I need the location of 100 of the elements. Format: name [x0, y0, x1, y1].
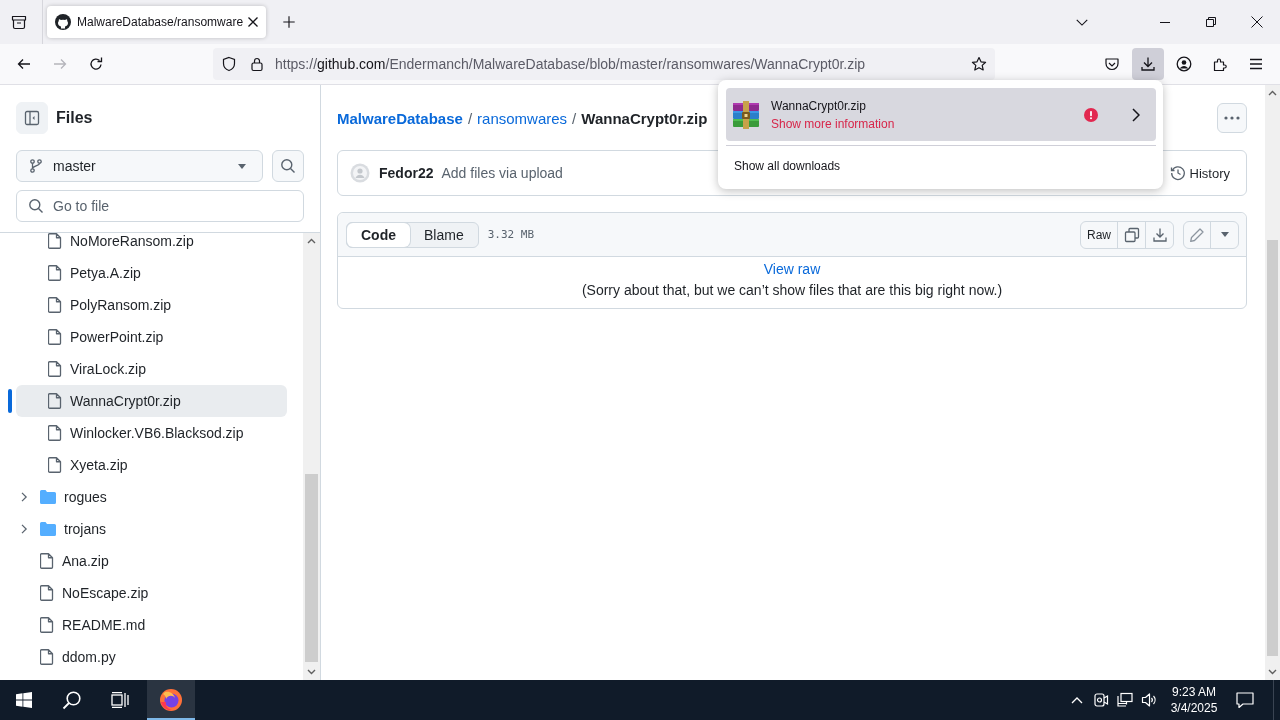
file-icon — [40, 617, 54, 633]
clock[interactable]: 9:23 AM 3/4/2025 — [1169, 684, 1219, 716]
chevron-right-icon[interactable] — [1132, 107, 1140, 122]
task-view-icon — [111, 692, 129, 708]
back-arrow-icon — [16, 56, 32, 72]
download-file-name: WannaCrypt0r.zip — [771, 98, 867, 113]
file-icon — [40, 649, 54, 665]
search-icon — [62, 690, 82, 710]
folder-icon — [40, 522, 56, 536]
file-icon — [48, 265, 62, 281]
restore-icon — [1206, 17, 1216, 27]
file-icon — [48, 425, 62, 441]
search-icon — [280, 158, 296, 174]
file-icon — [48, 297, 62, 313]
speech-bubble-icon — [1236, 692, 1254, 708]
breadcrumb-separator: / — [572, 109, 577, 127]
caret-down-icon — [238, 163, 246, 169]
show-all-downloads-button[interactable]: Show all downloads — [726, 153, 849, 179]
download-status: Show more information — [771, 116, 895, 131]
lock-icon[interactable] — [249, 56, 265, 72]
view-tab[interactable]: Blame — [410, 222, 478, 247]
address-bar[interactable]: https://github.com/Endermanch/MalwareDatabase/blob/master/ransomwares/WannaCrypt0r.zip — [213, 48, 995, 80]
tree-item[interactable]: rogues — [16, 481, 287, 513]
copy-icon — [1123, 226, 1140, 243]
breadcrumb-link[interactable]: MalwareDatabase — [337, 109, 463, 127]
file-size: 3.32 MB — [487, 228, 535, 241]
network-monitor-icon — [1117, 692, 1133, 708]
scrollbar[interactable] — [1265, 85, 1280, 680]
commit-message[interactable]: Add files via upload — [441, 165, 563, 181]
close-icon — [1251, 16, 1263, 28]
view-raw-link[interactable]: View raw — [763, 260, 821, 278]
download-item[interactable]: WannaCrypt0r.zip Show more information — [726, 88, 1156, 141]
sidebar-toggle-button[interactable] — [16, 102, 48, 134]
star-icon[interactable] — [971, 56, 987, 72]
clock-time: 9:23 AM — [1172, 684, 1216, 700]
plus-icon — [282, 15, 296, 29]
more-icon — [1224, 116, 1240, 120]
minimize-icon — [1160, 21, 1170, 23]
tree-item[interactable]: Petya.A.zip — [16, 257, 287, 289]
windows-logo-icon — [16, 692, 32, 708]
puzzle-icon — [1212, 56, 1228, 72]
file-name: WannaCrypt0r.zip — [581, 109, 708, 127]
scrollbar[interactable] — [303, 233, 320, 680]
clock-date: 3/4/2025 — [1170, 700, 1218, 716]
tree-item[interactable]: PolyRansom.zip — [16, 289, 287, 321]
tree-item[interactable]: PowerPoint.zip — [16, 321, 287, 353]
file-icon — [48, 393, 62, 409]
chevron-right-icon[interactable] — [20, 492, 28, 502]
sidebar-panel-icon — [24, 110, 40, 126]
chevron-right-icon[interactable] — [20, 524, 28, 534]
branch-icon — [28, 158, 44, 174]
chevron-up-icon — [1071, 696, 1083, 704]
selection-bar — [8, 389, 12, 413]
history-button[interactable]: History — [1161, 159, 1238, 187]
browser-tab[interactable]: MalwareDatabase/ransomware — [47, 6, 266, 38]
file-icon — [40, 585, 54, 601]
caret-down-icon — [1220, 232, 1229, 237]
commit-author[interactable]: Fedor22 — [379, 165, 434, 181]
folder-icon — [40, 490, 56, 504]
tree-item[interactable]: ddom.py — [16, 641, 287, 673]
account-icon — [1176, 56, 1192, 72]
forward-arrow-icon — [52, 56, 68, 72]
reload-icon — [88, 56, 104, 72]
tree-item[interactable]: Xyeta.zip — [16, 449, 287, 481]
search-button[interactable] — [272, 150, 304, 182]
branch-select[interactable]: master — [16, 150, 263, 182]
tree-item[interactable]: NoEscape.zip — [16, 577, 287, 609]
clock-icon — [1169, 165, 1186, 181]
go-to-file-field[interactable]: Go to file — [16, 190, 304, 222]
taskbar-app-button[interactable] — [147, 680, 195, 720]
tree-item[interactable]: README.md — [16, 609, 287, 641]
search-icon — [28, 198, 44, 214]
download-icon — [1151, 226, 1168, 243]
site-logo-icon — [55, 14, 71, 30]
file-icon — [40, 553, 54, 569]
shield-icon[interactable] — [221, 56, 237, 72]
downloads-button[interactable] — [1132, 48, 1164, 80]
tree-item[interactable]: NoMoreRansom.zip — [16, 233, 287, 257]
pencil-icon — [1189, 226, 1205, 243]
breadcrumb-link[interactable]: ransomwares — [477, 109, 568, 127]
download-icon — [1140, 56, 1156, 72]
file-icon — [48, 361, 62, 377]
archive-box-icon — [11, 14, 27, 30]
menu-icon — [1248, 56, 1264, 72]
notice-text: (Sorry about that, but we can’t show files that are this big right now.) — [580, 281, 1004, 299]
tree-item[interactable]: Winlocker.VB6.Blacksod.zip — [16, 417, 287, 449]
file-icon — [48, 457, 62, 473]
sidebar-title: Files — [56, 109, 93, 127]
pouch-icon — [1104, 56, 1120, 72]
breadcrumb-separator: / — [467, 109, 473, 127]
camera-icon — [1093, 692, 1109, 708]
speaker-icon — [1141, 692, 1157, 708]
file-icon — [48, 233, 62, 249]
tree-item[interactable]: Ana.zip — [16, 545, 287, 577]
file-icon — [48, 329, 62, 345]
view-tab[interactable]: Code — [347, 222, 410, 247]
tree-item[interactable]: trojans — [16, 513, 287, 545]
tree-item[interactable]: ViraLock.zip — [16, 353, 287, 385]
archive-books-icon — [730, 98, 762, 131]
browser-app-icon — [159, 688, 183, 712]
